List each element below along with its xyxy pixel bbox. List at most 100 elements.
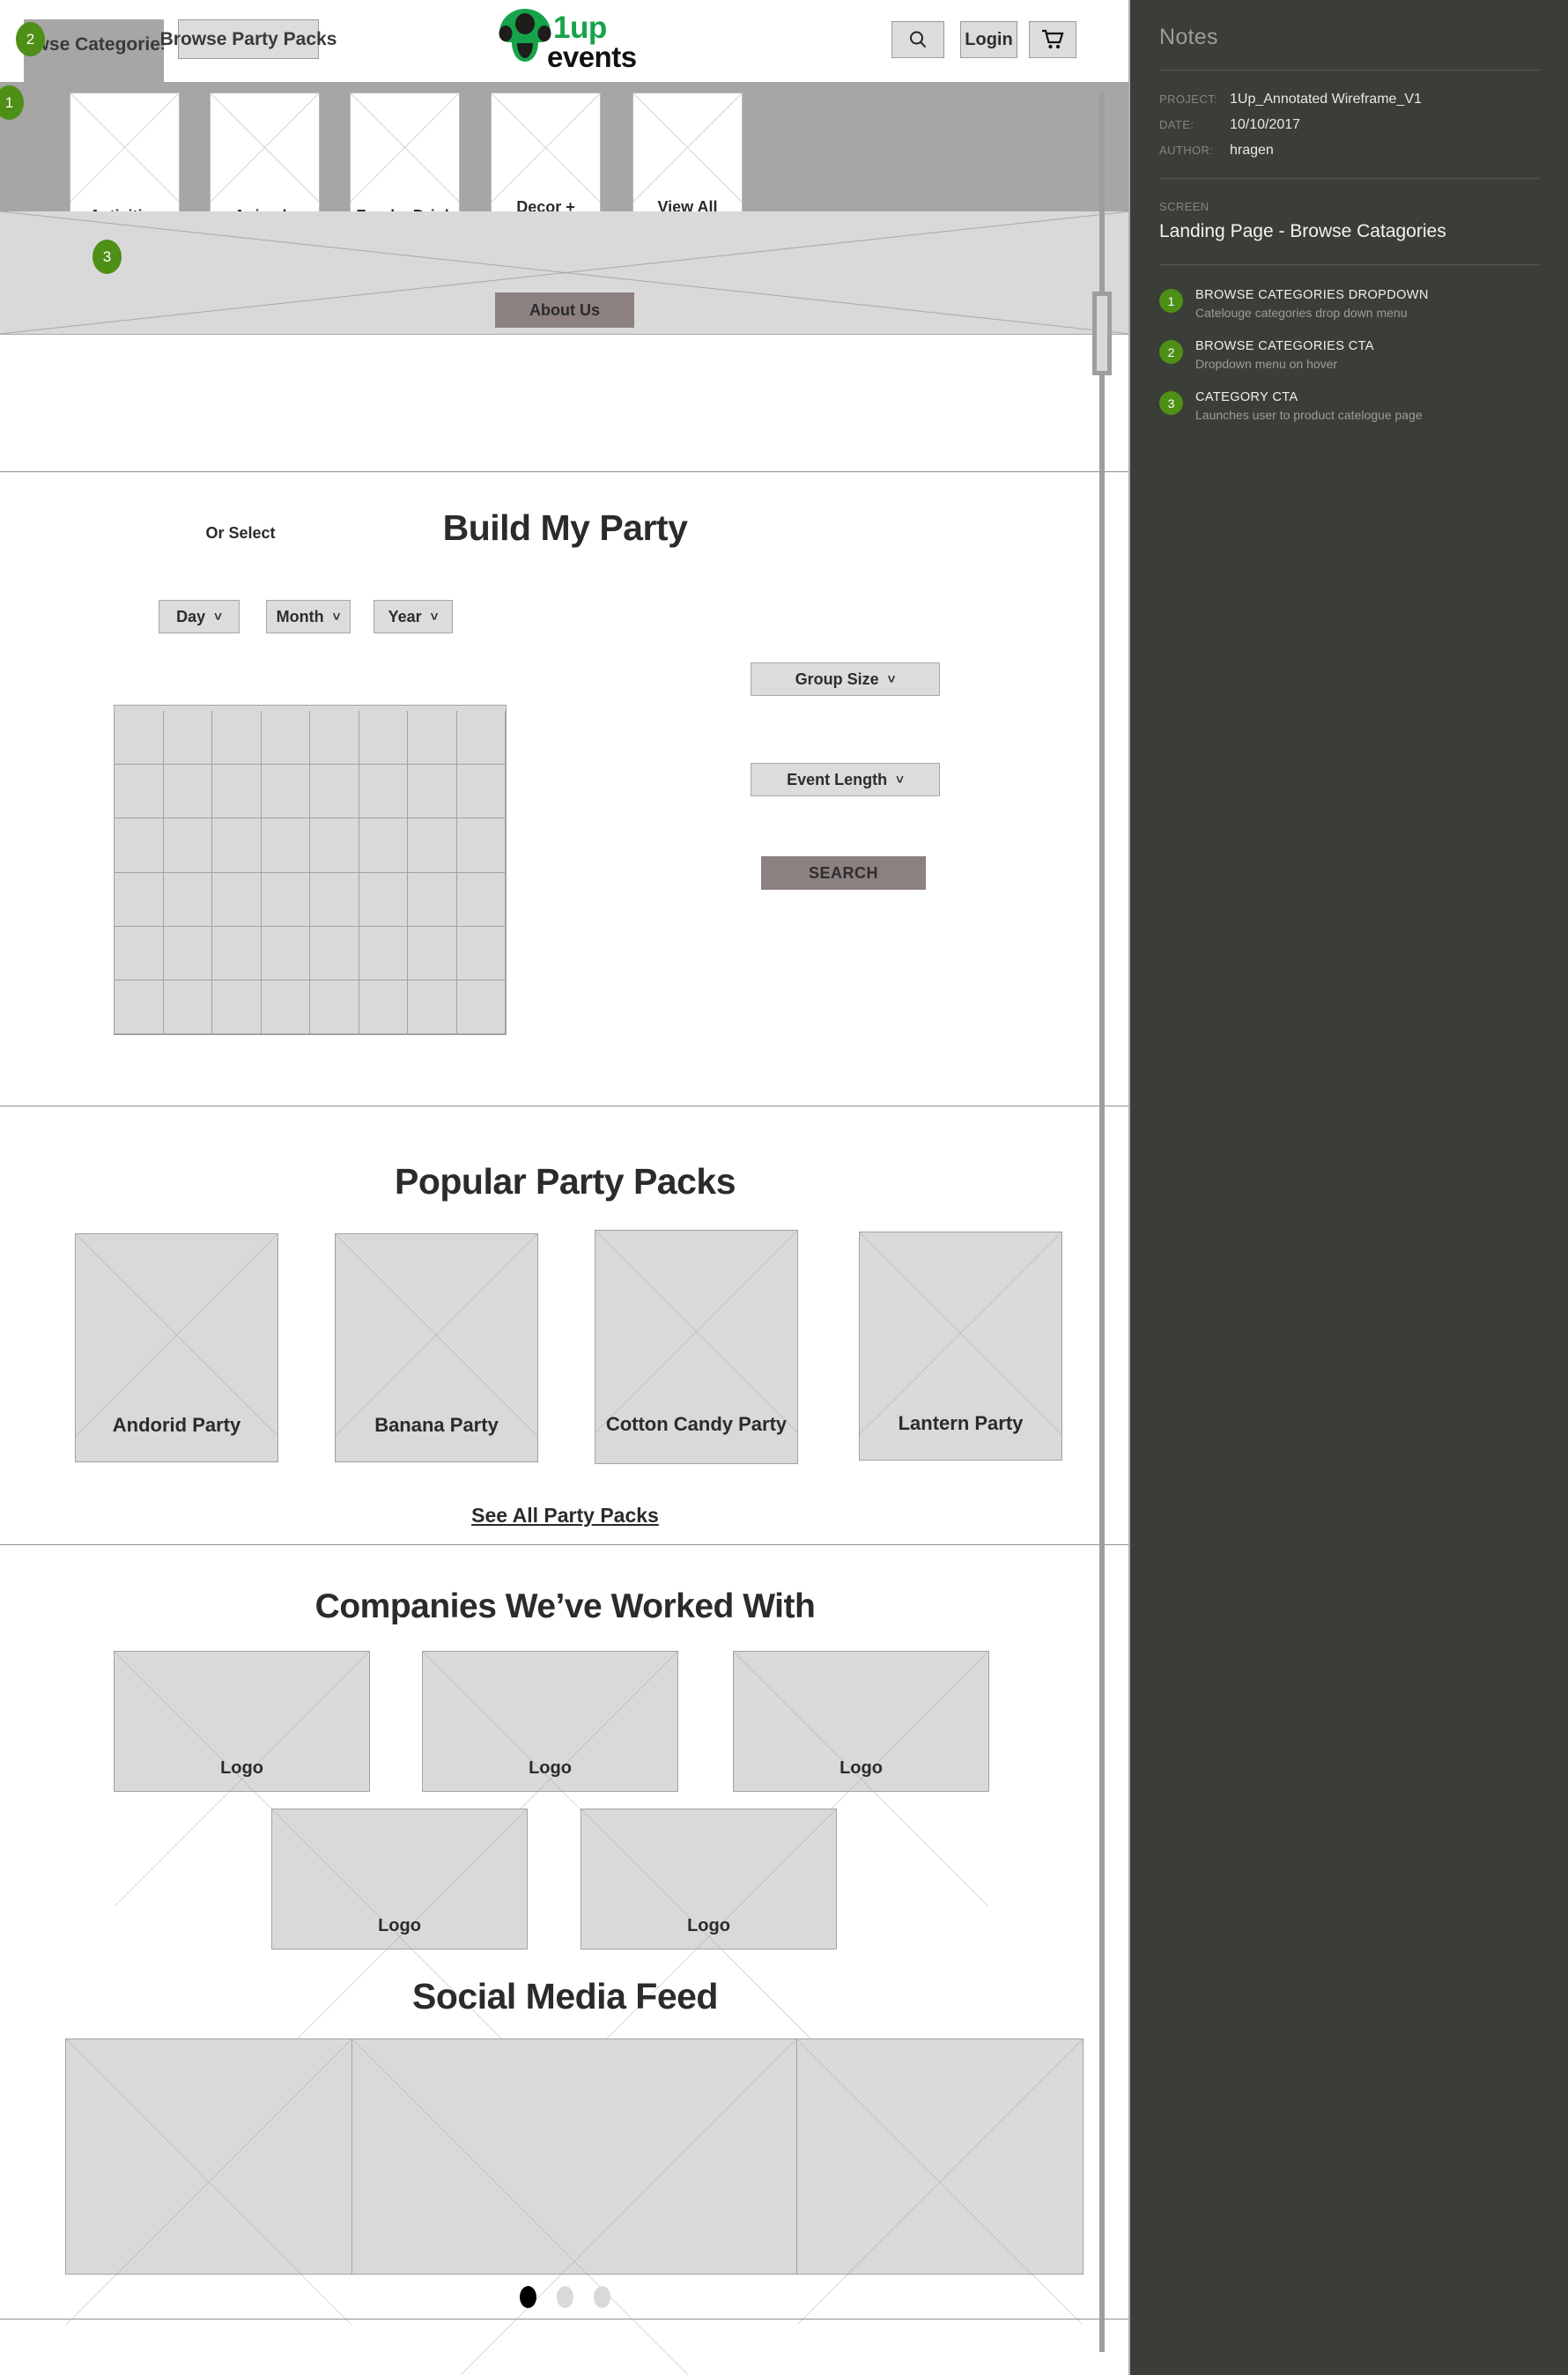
day-select[interactable]: Day ˅: [159, 600, 240, 633]
carousel-dots[interactable]: [0, 2286, 1130, 2308]
calendar-cell[interactable]: [310, 980, 359, 1034]
calendar-cell[interactable]: [163, 765, 212, 819]
calendar-cell[interactable]: [212, 711, 262, 766]
party-pack-card[interactable]: Lantern Party: [859, 1232, 1062, 1461]
party-pack-card[interactable]: Banana Party: [335, 1233, 538, 1462]
calendar-cell[interactable]: [261, 765, 310, 819]
note-item: 2 BROWSE CATEGORIES CTA Dropdown menu on…: [1159, 339, 1539, 371]
social-feed-slide[interactable]: [797, 2039, 1083, 2274]
site-logo[interactable]: 1up events: [498, 5, 637, 79]
annotation-badge-2[interactable]: 2: [16, 22, 45, 56]
carousel-dot[interactable]: [594, 2286, 610, 2308]
notes-author-key: AUTHOR:: [1159, 144, 1214, 157]
calendar-cell[interactable]: [408, 980, 457, 1034]
calendar-cell[interactable]: [456, 980, 506, 1034]
annotation-badge-3[interactable]: 3: [92, 240, 122, 274]
calendar-cell[interactable]: [408, 765, 457, 819]
calendar-cell[interactable]: [408, 818, 457, 873]
month-select[interactable]: Month ˅: [266, 600, 351, 633]
category-thumbnail: [211, 93, 319, 193]
calendar-cell[interactable]: [310, 872, 359, 927]
calendar-cell[interactable]: [115, 926, 164, 980]
calendar-cell[interactable]: [456, 711, 506, 766]
see-all-party-packs-link[interactable]: See All Party Packs: [0, 1504, 1130, 1528]
calendar-grid[interactable]: [115, 711, 506, 1034]
carousel-dot-active[interactable]: [520, 2286, 536, 2308]
calendar-cell[interactable]: [310, 926, 359, 980]
calendar-cell[interactable]: [261, 926, 310, 980]
calendar-cell[interactable]: [115, 711, 164, 766]
calendar-cell[interactable]: [408, 711, 457, 766]
social-feed-slide[interactable]: [66, 2039, 352, 2274]
section-divider: [0, 2319, 1130, 2320]
calendar-cell[interactable]: [456, 872, 506, 927]
calendar-cell[interactable]: [115, 765, 164, 819]
tab-browse-party-packs[interactable]: Browse Party Packs: [160, 19, 337, 59]
calendar-cell[interactable]: [163, 711, 212, 766]
notes-annotation-list: 1 BROWSE CATEGORIES DROPDOWN Catelouge c…: [1159, 288, 1539, 422]
calendar-cell[interactable]: [456, 818, 506, 873]
calendar-cell[interactable]: [212, 818, 262, 873]
calendar-cell[interactable]: [359, 872, 408, 927]
vertical-scrollbar-track[interactable]: [1099, 92, 1105, 2352]
calendar-cell[interactable]: [115, 872, 164, 927]
calendar-cell[interactable]: [408, 926, 457, 980]
calendar-cell[interactable]: [115, 818, 164, 873]
year-select[interactable]: Year ˅: [374, 600, 453, 633]
calendar-cell[interactable]: [408, 872, 457, 927]
calendar-cell[interactable]: [163, 872, 212, 927]
event-length-select[interactable]: Event Length ˅: [751, 763, 940, 796]
calendar-cell[interactable]: [261, 980, 310, 1034]
chevron-down-icon: ˅: [887, 671, 896, 687]
party-pack-card[interactable]: Andorid Party: [75, 1233, 278, 1462]
carousel-dot[interactable]: [557, 2286, 573, 2308]
about-us-button[interactable]: About Us: [495, 292, 634, 328]
category-thumbnail: [633, 93, 742, 193]
notes-panel-title: Notes: [1159, 25, 1218, 49]
search-cta-button[interactable]: SEARCH: [761, 856, 926, 890]
calendar-cell[interactable]: [163, 926, 212, 980]
calendar-cell[interactable]: [115, 980, 164, 1034]
calendar-cell[interactable]: [310, 711, 359, 766]
login-button[interactable]: Login: [960, 21, 1017, 58]
calendar-cell[interactable]: [359, 711, 408, 766]
calendar-cell[interactable]: [212, 872, 262, 927]
calendar-cell[interactable]: [163, 980, 212, 1034]
party-pack-card[interactable]: Cotton Candy Party: [595, 1230, 798, 1464]
calendar-cell[interactable]: [456, 926, 506, 980]
calendar-cell[interactable]: [261, 872, 310, 927]
company-logo-box: Logo: [733, 1651, 989, 1792]
social-feed-slide[interactable]: [352, 2039, 797, 2274]
calendar-cell[interactable]: [212, 980, 262, 1034]
calendar-cell[interactable]: [163, 818, 212, 873]
or-select-label: Or Select: [161, 524, 320, 543]
note-badge-number: 3: [1167, 396, 1175, 411]
calendar-cell[interactable]: [359, 980, 408, 1034]
calendar-cell[interactable]: [359, 818, 408, 873]
chevron-down-icon: ˅: [430, 609, 439, 625]
calendar-cell[interactable]: [359, 926, 408, 980]
calendar-picker[interactable]: [114, 705, 507, 1035]
tab-browse-categories[interactable]: Browse Categories: [24, 19, 164, 85]
vertical-scrollbar-thumb[interactable]: [1092, 292, 1112, 375]
calendar-cell[interactable]: [261, 818, 310, 873]
cart-button[interactable]: [1029, 21, 1076, 58]
calendar-cell[interactable]: [212, 926, 262, 980]
calendar-cell[interactable]: [261, 711, 310, 766]
categories-dropdown-panel: Activities Animals Foo: [0, 82, 1130, 240]
note-badge-number: 1: [1167, 293, 1175, 308]
notes-panel: Notes PROJECT: 1Up_Annotated Wireframe_V…: [1130, 0, 1568, 2375]
calendar-cell[interactable]: [310, 765, 359, 819]
chevron-down-icon: ˅: [214, 609, 222, 625]
notes-date-value: 10/10/2017: [1230, 117, 1301, 132]
mushroom-logo-icon: [499, 9, 551, 62]
social-feed-carousel[interactable]: [65, 2038, 1084, 2275]
search-button[interactable]: [891, 21, 944, 58]
group-size-select[interactable]: Group Size ˅: [751, 662, 940, 696]
calendar-cell[interactable]: [456, 765, 506, 819]
calendar-cell[interactable]: [359, 765, 408, 819]
note-body: BROWSE CATEGORIES DROPDOWN Catelouge cat…: [1195, 288, 1539, 320]
calendar-cell[interactable]: [310, 818, 359, 873]
notes-metadata: PROJECT: 1Up_Annotated Wireframe_V1 DATE…: [1159, 92, 1539, 159]
calendar-cell[interactable]: [212, 765, 262, 819]
